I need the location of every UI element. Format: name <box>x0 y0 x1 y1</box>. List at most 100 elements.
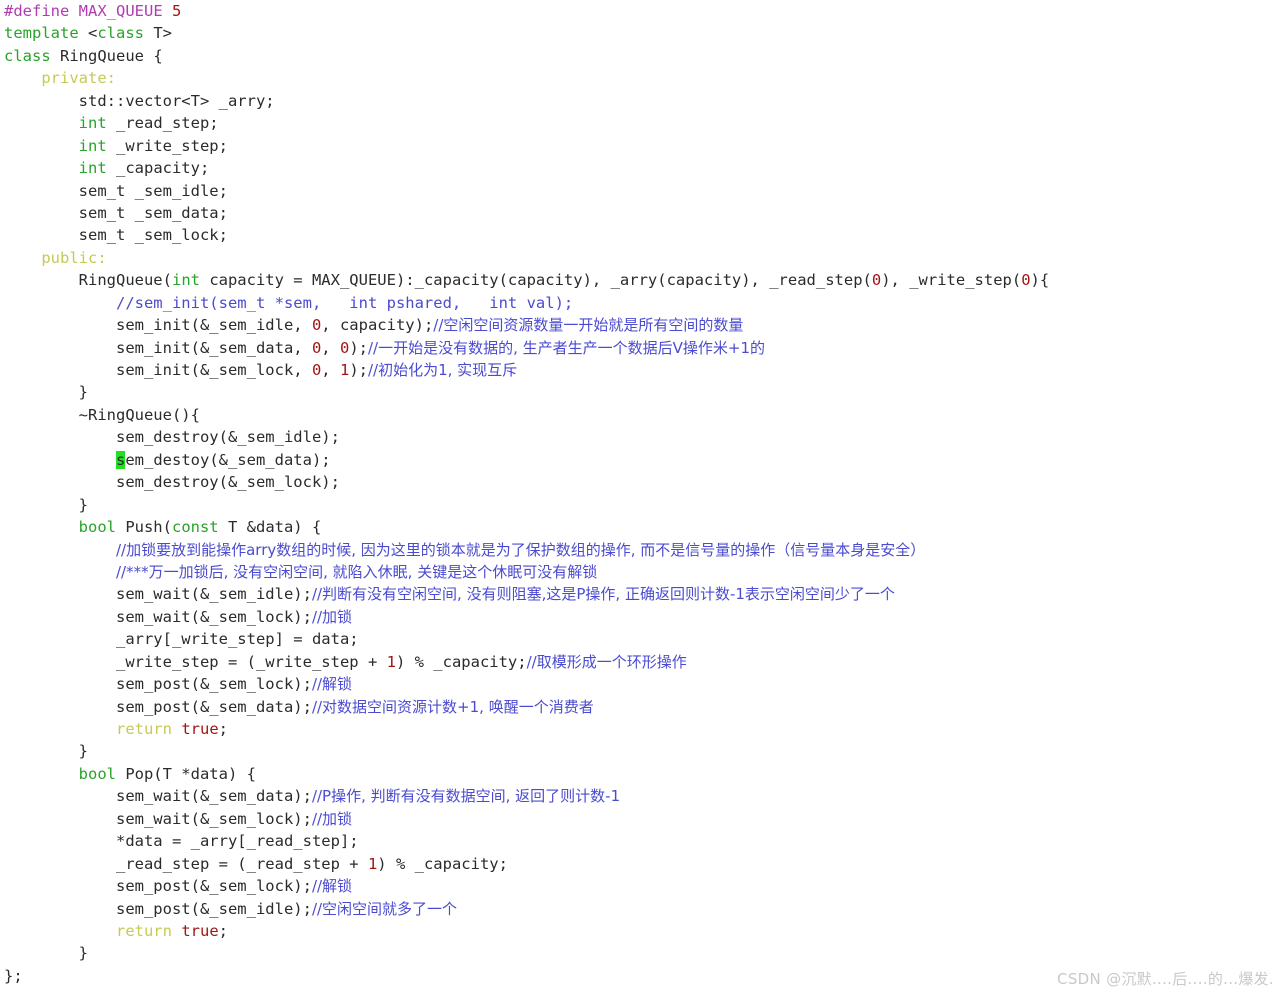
code-token-plain: _read_step; <box>106 114 219 133</box>
code-token-num: 0 <box>311 316 322 335</box>
code-line[interactable]: sem_t _sem_idle; <box>0 180 1288 202</box>
code-token-plain: em_destoy(&_sem_data); <box>125 450 331 469</box>
code-token-plain: ) % _capacity; <box>377 854 508 873</box>
code-token-plain: Pop(T *data) { <box>115 764 256 783</box>
text-cursor: s <box>115 450 126 469</box>
code-token-access: : <box>106 69 116 88</box>
code-token-plain: *data = _arry[_read_step]; <box>115 832 359 851</box>
code-token-bool: true <box>181 720 219 738</box>
code-line[interactable]: class RingQueue { <box>0 45 1288 67</box>
code-line[interactable]: template <class T> <box>0 22 1288 44</box>
code-line[interactable]: sem_init(&_sem_data, 0, 0);//一开始是没有数据的, … <box>0 337 1288 359</box>
code-token-num: 0 <box>339 338 350 357</box>
code-token-plain: sem_destroy(&_sem_idle); <box>115 428 340 447</box>
code-line[interactable]: int _capacity; <box>0 157 1288 179</box>
code-line[interactable]: //加锁要放到能操作arry数组的时候, 因为这里的锁本就是为了保护数组的操作,… <box>0 539 1288 561</box>
code-line[interactable]: } <box>0 942 1288 964</box>
csdn-watermark: CSDN @沉默....后....的...爆发. <box>1057 970 1274 988</box>
code-line[interactable]: sem_post(&_sem_lock);//解锁 <box>0 875 1288 897</box>
code-line[interactable]: sem_init(&_sem_idle, 0, capacity);//空闲空间… <box>0 314 1288 336</box>
code-line[interactable]: return true; <box>0 718 1288 740</box>
code-token-plain: ){ <box>1030 271 1050 290</box>
code-token-macro: MAX_QUEUE <box>78 2 163 20</box>
code-line[interactable]: _read_step = (_read_step + 1) % _capacit… <box>0 853 1288 875</box>
code-line[interactable]: sem_wait(&_sem_idle);//判断有没有空闲空间, 没有则阻塞,… <box>0 583 1288 605</box>
code-line[interactable]: } <box>0 381 1288 403</box>
code-token-access: : <box>97 248 107 267</box>
code-token-cmt-cn: //***万一加锁后, 没有空闲空间, 就陷入休眠, 关键是这个休眠可没有解锁 <box>115 562 598 581</box>
code-token-plain: _read_step = (_read_step + <box>115 854 368 873</box>
code-line[interactable]: sem_t _sem_lock; <box>0 224 1288 246</box>
code-line[interactable]: } <box>0 740 1288 762</box>
code-token-plain: } <box>78 495 88 514</box>
code-line[interactable]: *data = _arry[_read_step]; <box>0 830 1288 852</box>
code-line[interactable]: sem_wait(&_sem_lock);//加锁 <box>0 808 1288 830</box>
code-line[interactable]: return true; <box>0 920 1288 942</box>
code-line[interactable]: std::vector<T> _arry; <box>0 90 1288 112</box>
code-line[interactable]: ~RingQueue(){ <box>0 404 1288 426</box>
code-line[interactable]: sem_wait(&_sem_lock);//加锁 <box>0 606 1288 628</box>
code-line[interactable]: sem_destoy(&_sem_data); <box>0 449 1288 471</box>
code-token-access: private <box>41 69 107 88</box>
code-token-cmt-cn: //取模形成一个环形操作 <box>526 652 687 671</box>
code-token-plain: sem_wait(&_sem_lock); <box>115 607 312 626</box>
code-line[interactable]: sem_destroy(&_sem_lock); <box>0 471 1288 493</box>
code-line[interactable]: //***万一加锁后, 没有空闲空间, 就陷入休眠, 关键是这个休眠可没有解锁 <box>0 561 1288 583</box>
code-line[interactable]: int _read_step; <box>0 112 1288 134</box>
code-editor-viewport[interactable]: #define MAX_QUEUE 5 template <class T> cla… <box>0 0 1288 997</box>
code-token-cmt-cn: //解锁 <box>311 675 353 694</box>
code-line[interactable]: bool Pop(T *data) { <box>0 763 1288 785</box>
code-line[interactable]: sem_post(&_sem_lock);//解锁 <box>0 673 1288 695</box>
code-line[interactable]: public: <box>0 247 1288 269</box>
code-token-plain: } <box>78 742 88 761</box>
code-line[interactable]: private: <box>0 67 1288 89</box>
code-line[interactable]: sem_t _sem_data; <box>0 202 1288 224</box>
code-token-num: 0 <box>1021 271 1031 290</box>
code-token-plain: T> <box>144 24 172 43</box>
code-token-plain: ; <box>218 720 228 738</box>
code-token-plain: ; <box>218 921 228 940</box>
code-line[interactable]: _arry[_write_step] = data; <box>0 628 1288 650</box>
code-line[interactable]: sem_destroy(&_sem_idle); <box>0 426 1288 448</box>
code-line[interactable]: sem_post(&_sem_idle);//空闲空间就多了一个 <box>0 898 1288 920</box>
code-line[interactable]: int _write_step; <box>0 135 1288 157</box>
code-line[interactable]: //sem_init(sem_t *sem, int pshared, int … <box>0 292 1288 314</box>
code-token-plain: sem_post(&_sem_idle); <box>115 899 312 918</box>
code-token-cmt-cn: //加锁 <box>311 809 353 828</box>
code-line[interactable]: bool Push(const T &data) { <box>0 516 1288 538</box>
code-token-plain: ); <box>349 338 368 357</box>
code-line[interactable]: _write_step = (_write_step + 1) % _capac… <box>0 651 1288 673</box>
code-line[interactable]: } <box>0 494 1288 516</box>
code-token-kw: int <box>78 114 107 133</box>
code-line[interactable]: sem_post(&_sem_data);//对数据空间资源计数+1, 唤醒一个… <box>0 696 1288 718</box>
code-token-cmt-cn: //判断有没有空闲空间, 没有则阻塞,这是P操作, 正确返回则计数-1表示空闲空… <box>311 585 895 604</box>
code-line[interactable]: sem_init(&_sem_lock, 0, 1);//初始化为1, 实现互斥 <box>0 359 1288 381</box>
code-token-plain: , capacity); <box>321 316 434 335</box>
code-line[interactable]: #define MAX_QUEUE 5 <box>0 0 1288 22</box>
code-token-plain: sem_post(&_sem_lock); <box>115 675 312 694</box>
code-token-cmt-cn: //空闲空间资源数量一开始就是所有空间的数量 <box>433 316 744 335</box>
code-line[interactable]: RingQueue(int capacity = MAX_QUEUE):_cap… <box>0 269 1288 291</box>
code-line[interactable]: sem_wait(&_sem_data);//P操作, 判断有没有数据空间, 返… <box>0 785 1288 807</box>
code-token-plain: , <box>321 361 340 379</box>
